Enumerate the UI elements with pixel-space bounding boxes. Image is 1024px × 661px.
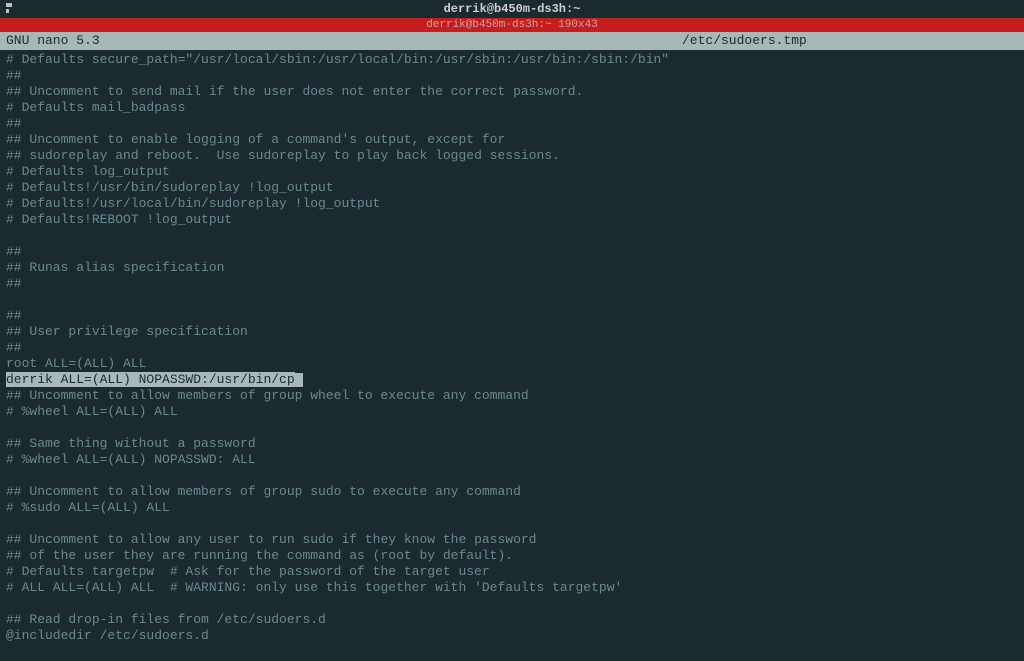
editor-line[interactable]: ## Uncomment to send mail if the user do… (6, 84, 1018, 100)
nano-header: GNU nano 5.3 /etc/sudoers.tmp (0, 32, 1024, 50)
text-cursor (295, 373, 303, 387)
editor-line[interactable]: ## (6, 340, 1018, 356)
nano-filename: /etc/sudoers.tmp (342, 33, 1018, 49)
editor-line[interactable]: ## Uncomment to allow any user to run su… (6, 532, 1018, 548)
editor-line[interactable] (6, 228, 1018, 244)
editor-line[interactable] (6, 596, 1018, 612)
editor-line[interactable]: ## (6, 308, 1018, 324)
terminal-info-bar: derrik@b450m-ds3h:~ 190x43 (0, 18, 1024, 32)
window-titlebar: derrik@b450m-ds3h:~ (0, 0, 1024, 18)
editor-line[interactable]: # Defaults!/usr/bin/sudoreplay !log_outp… (6, 180, 1018, 196)
editor-line[interactable]: @includedir /etc/sudoers.d (6, 628, 1018, 644)
editor-line[interactable]: ## of the user they are running the comm… (6, 548, 1018, 564)
window-title: derrik@b450m-ds3h:~ (444, 2, 581, 16)
terminal-info-text: derrik@b450m-ds3h:~ 190x43 (426, 19, 598, 31)
editor-line[interactable]: # %sudo ALL=(ALL) ALL (6, 500, 1018, 516)
editor-line[interactable]: ## (6, 276, 1018, 292)
editor-line[interactable]: derrik ALL=(ALL) NOPASSWD:/usr/bin/cp (6, 372, 1018, 388)
editor-line[interactable] (6, 292, 1018, 308)
editor-line[interactable]: # Defaults!REBOOT !log_output (6, 212, 1018, 228)
editor-line[interactable]: # ALL ALL=(ALL) ALL # WARNING: only use … (6, 580, 1018, 596)
editor-line[interactable]: ## Same thing without a password (6, 436, 1018, 452)
editor-line[interactable] (6, 516, 1018, 532)
editor-line[interactable]: ## Uncomment to allow members of group s… (6, 484, 1018, 500)
highlighted-text[interactable]: derrik ALL=(ALL) NOPASSWD:/usr/bin/cp (6, 372, 295, 387)
nano-app-name: GNU nano 5.3 (6, 33, 342, 49)
editor-line[interactable] (6, 468, 1018, 484)
editor-line[interactable]: root ALL=(ALL) ALL (6, 356, 1018, 372)
window-icon (6, 3, 14, 13)
editor-line[interactable]: # Defaults secure_path="/usr/local/sbin:… (6, 52, 1018, 68)
editor-line[interactable]: # Defaults mail_badpass (6, 100, 1018, 116)
editor-line[interactable]: ## (6, 68, 1018, 84)
editor-line[interactable]: ## Uncomment to allow members of group w… (6, 388, 1018, 404)
editor-line[interactable]: ## (6, 244, 1018, 260)
editor-line[interactable]: ## Runas alias specification (6, 260, 1018, 276)
editor-line[interactable] (6, 420, 1018, 436)
editor-line[interactable]: # %wheel ALL=(ALL) ALL (6, 404, 1018, 420)
editor-line[interactable]: # Defaults log_output (6, 164, 1018, 180)
editor-line[interactable]: # Defaults!/usr/local/bin/sudoreplay !lo… (6, 196, 1018, 212)
editor-content[interactable]: # Defaults secure_path="/usr/local/sbin:… (0, 50, 1024, 646)
editor-line[interactable]: ## User privilege specification (6, 324, 1018, 340)
editor-line[interactable]: # Defaults targetpw # Ask for the passwo… (6, 564, 1018, 580)
editor-line[interactable]: # %wheel ALL=(ALL) NOPASSWD: ALL (6, 452, 1018, 468)
editor-line[interactable]: ## (6, 116, 1018, 132)
editor-line[interactable]: ## Uncomment to enable logging of a comm… (6, 132, 1018, 148)
editor-line[interactable]: ## sudoreplay and reboot. Use sudoreplay… (6, 148, 1018, 164)
editor-line[interactable]: ## Read drop-in files from /etc/sudoers.… (6, 612, 1018, 628)
